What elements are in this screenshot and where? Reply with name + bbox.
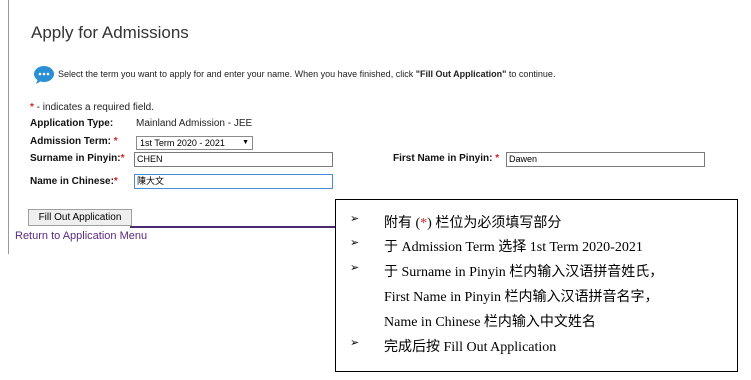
callout-line-1b: ) 栏位为必须填写部分 <box>427 216 562 231</box>
admission-term-select[interactable]: 1st Term 2020 - 2021 ▼ <box>136 136 253 150</box>
arrow-bullet-icon: ➢ <box>350 213 360 225</box>
callout-line-1: 附有 (*) 栏位为必须填写部分 <box>384 212 561 232</box>
dropdown-arrow-icon: ▼ <box>242 139 249 146</box>
required-star-icon: * <box>120 153 125 164</box>
required-star-icon: * <box>113 136 118 147</box>
left-divider <box>8 0 9 254</box>
required-star-icon: * <box>495 153 500 164</box>
admission-term-selected: 1st Term 2020 - 2021 <box>140 138 225 148</box>
callout-line-5: Name in Chinese 栏内输入中文姓名 <box>384 315 596 330</box>
arrow-bullet-icon: ➢ <box>350 262 360 274</box>
return-to-menu-link[interactable]: Return to Application Menu <box>15 230 147 242</box>
application-type-value: Mainland Admission - JEE <box>136 118 253 129</box>
first-name-label-text: First Name in Pinyin: <box>393 153 493 164</box>
arrow-bullet-icon: ➢ <box>350 237 360 249</box>
instruction-prefix: Select the term you want to apply for an… <box>58 69 416 79</box>
fill-out-application-button[interactable]: Fill Out Application <box>28 209 132 226</box>
instruction-callout: ➢ 附有 (*) 栏位为必须填写部分 ➢ 于 Admission Term 选择… <box>335 199 738 372</box>
surname-input[interactable]: CHEN <box>134 152 333 167</box>
chinese-name-input[interactable]: 陳大文 <box>134 174 333 189</box>
application-type-label: Application Type: <box>30 118 114 129</box>
arrow-bullet-icon: ➢ <box>350 337 360 349</box>
instruction-text: Select the term you want to apply for an… <box>58 69 555 79</box>
admission-term-label: Admission Term: * <box>30 136 118 147</box>
callout-line-1a: 附有 ( <box>384 216 421 231</box>
page-title: Apply for Admissions <box>31 23 189 42</box>
callout-line-4: First Name in Pinyin 栏内输入汉语拼音名字， <box>384 290 659 305</box>
first-name-label: First Name in Pinyin: * <box>393 153 499 164</box>
admission-term-label-text: Admission Term: <box>30 136 111 147</box>
connector-line <box>130 226 338 228</box>
callout-line-2: 于 Admission Term 选择 1st Term 2020-2021 <box>384 240 643 255</box>
chat-bubble-icon <box>34 66 54 84</box>
surname-label-text: Surname in Pinyin: <box>30 153 121 164</box>
instruction-suffix: to continue. <box>506 69 556 79</box>
callout-line-3: 于 Surname in Pinyin 栏内输入汉语拼音姓氏， <box>384 265 664 280</box>
required-field-note: * - indicates a required field. <box>30 102 154 113</box>
chinese-name-label: Name in Chinese:* <box>30 176 118 187</box>
chinese-name-label-text: Name in Chinese: <box>30 176 114 187</box>
instruction-bold: "Fill Out Application" <box>415 69 507 79</box>
first-name-input[interactable]: Dawen <box>506 152 705 167</box>
callout-line-6: 完成后按 Fill Out Application <box>384 340 557 355</box>
surname-label: Surname in Pinyin:* <box>30 153 124 164</box>
required-note-text: - indicates a required field. <box>33 102 154 113</box>
required-star-icon: * <box>113 176 118 187</box>
